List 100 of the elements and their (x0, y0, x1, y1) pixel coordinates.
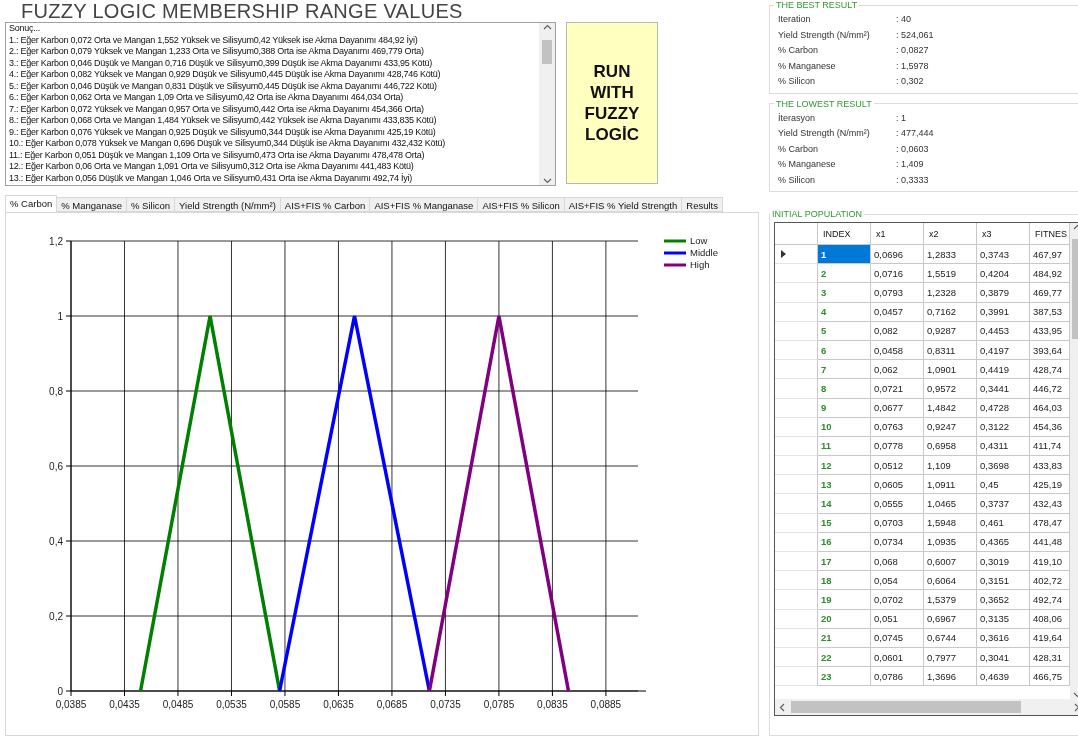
y-tick-label: 0,6 (49, 461, 63, 472)
result-value: : 0,0603 (896, 142, 930, 156)
tab[interactable]: % Manganase (56, 197, 127, 212)
result-value: : 1 (896, 111, 907, 125)
log-line: 4.: Eğer Karbon 0,082 Yüksek ve Mangan 0,929 Düşük ve Silisyum0,445 Düşük ise Akma Dayanımı 428,746 Kötü) (9, 69, 442, 81)
table-cell: 433,95 (1030, 321, 1070, 341)
legend-swatch (664, 251, 686, 255)
scrollbar-thumb[interactable] (542, 40, 552, 64)
log-line: 1.: Eğer Karbon 0,072 Orta ve Mangan 1,552 Yüksek ve Silisyum0,42 Yüksek ise Akma Dayanımı 484,92 İyi) (9, 34, 419, 46)
log-line: 7.: Eğer Karbon 0,072 Yüksek ve Mangan 0,957 Orta ve Silisyum0,442 Orta ise Akma Dayanımı 454,366 Orta) (9, 103, 425, 115)
table-cell: 0,9572 (924, 379, 977, 399)
table-cell: 387,53 (1030, 302, 1070, 322)
table-cell: 441,48 (1030, 532, 1070, 552)
result-value: : 0,0827 (896, 44, 930, 57)
table-cell: 402,72 (1030, 571, 1070, 591)
table-cell: 1,3696 (924, 667, 977, 687)
table-cell: 0,0605 (871, 475, 924, 495)
table-cell: 3 (818, 283, 871, 303)
result-label: % Manganese (778, 158, 837, 171)
table-cell: 0,3652 (977, 590, 1030, 610)
y-tick-label: 0,4 (49, 536, 63, 547)
table-cell: 466,75 (1030, 667, 1070, 687)
table-cell: 469,77 (1030, 283, 1070, 303)
table-cell: 0,0793 (871, 283, 924, 303)
table-cell: 1,0465 (924, 494, 977, 514)
table-cell: 432,43 (1030, 494, 1070, 514)
table-cell: 419,10 (1030, 552, 1070, 572)
table-cell: 0,062 (871, 360, 924, 380)
log-line: 6.: Eğer Karbon 0,062 Orta ve Mangan 1,09 Orta ve Silisyum0,42 Orta ise Akma Dayanımı 464,034 Orta) (9, 92, 404, 104)
result-label: İterasyon (778, 111, 817, 125)
tab[interactable]: AIS+FIS % Silicon (477, 197, 565, 212)
result-value: : 0,3333 (896, 173, 930, 187)
table-cell: 0,6007 (924, 552, 977, 572)
table-cell: 0,3441 (977, 379, 1030, 399)
table-cell: 0,45 (977, 475, 1030, 495)
scrollbar-thumb[interactable] (791, 701, 1021, 713)
table-cell: 484,92 (1030, 264, 1070, 284)
scroll-right-icon[interactable] (1072, 702, 1078, 712)
y-tick-label: 0,2 (49, 611, 63, 622)
page-title: FUZZY LOGIC MEMBERSHIP RANGE VALUES (21, 0, 464, 22)
table-cell: 428,31 (1030, 647, 1070, 668)
result-label: % Carbon (778, 44, 820, 57)
legend-swatch (664, 263, 686, 267)
table-cell: 433,83 (1030, 456, 1070, 476)
log-line: 3.: Eğer Karbon 0,046 Düşük ve Mangan 0,716 Düşük ve Silisyum0,399 Düşük ise Akma Dayanımı 433,95 Kötü) (9, 57, 433, 69)
result-value: : 1,5978 (896, 59, 930, 73)
table-cell: 0,6064 (924, 571, 977, 591)
tab[interactable]: % Silicon (126, 197, 176, 212)
result-label: % Silicon (778, 75, 816, 88)
table-cell: 478,47 (1030, 513, 1070, 533)
group-title: THE LOWEST RESULT (775, 98, 873, 109)
x-tick-label: 0,0385 (55, 699, 87, 710)
tab[interactable]: AIS+FIS % Manganase (369, 197, 479, 212)
tab[interactable]: AIS+FIS % Carbon (279, 197, 371, 212)
x-tick-label: 0,0835 (537, 699, 568, 710)
horizontal-scrollbar[interactable] (775, 699, 1078, 715)
table-cell: 19 (818, 590, 871, 610)
scroll-left-icon[interactable] (778, 702, 787, 712)
table-cell: 425,19 (1030, 475, 1070, 495)
table-cell: 1,0901 (924, 360, 977, 380)
table-cell: 12 (818, 456, 871, 476)
run-button[interactable]: RUN WITH FUZZY LOGİC (566, 22, 658, 184)
table-cell: 1 (818, 245, 871, 265)
tab[interactable]: % Carbon (5, 195, 58, 212)
table-cell: 419,64 (1030, 628, 1070, 648)
table-cell: 0,0716 (871, 264, 924, 284)
tab[interactable]: Yield Strength (N/mm²) (174, 197, 281, 212)
table-cell: 0,0555 (871, 494, 924, 514)
table-cell: 0,054 (871, 571, 924, 591)
log-line: 13.: Eğer Karbon 0,056 Düşük ve Mangan 1,046 Orta ve Silisyum0,431 Orta ise Akma Dayanımı 492,74 İyi) (9, 172, 413, 184)
legend-label: Middle (690, 247, 718, 258)
result-label: % Manganese (778, 59, 837, 73)
table-cell: 0,3151 (977, 571, 1030, 591)
table-cell: 0,3879 (977, 283, 1030, 303)
x-tick-label: 0,0585 (269, 699, 301, 710)
group-title: THE BEST RESULT (775, 0, 859, 10)
x-tick-label: 0,0735 (430, 699, 461, 710)
table-cell: 1,2328 (924, 283, 977, 303)
y-tick-label: 1,2 (49, 236, 63, 247)
log-line: 8.: Eğer Karbon 0,068 Orta ve Mangan 1,484 Yüksek ve Silisyum0,442 Yüksek ise Akma Dayanımı 433,835 Kötü) (9, 115, 438, 127)
log-line: 11.: Eğer Karbon 0,051 Düşük ve Mangan 1,109 Orta ve Silisyum0,473 Orta ise Akma Dayanımı 478,478 Orta) (9, 149, 426, 161)
log-line: 2.: Eğer Karbon 0,079 Yüksek ve Mangan 1,233 Orta ve Silisyum0,388 Orta ise Akma Dayanımı 469,779 Orta) (9, 46, 425, 58)
table-cell: 0,3019 (977, 552, 1030, 572)
tab[interactable]: Results (681, 197, 723, 212)
x-tick-label: 0,0535 (216, 699, 247, 710)
y-tick-label: 0,8 (49, 386, 63, 397)
result-label: % Silicon (778, 173, 816, 187)
table-cell: 13 (818, 475, 871, 495)
table-cell: 0,4419 (977, 360, 1030, 380)
x-tick-label: 0,0785 (483, 699, 515, 710)
result-value: : 477,444 (896, 127, 935, 140)
table-cell: 23 (818, 667, 871, 687)
scrollbar[interactable] (539, 23, 555, 185)
table-cell: 454,36 (1030, 417, 1070, 437)
log-line: 5.: Eğer Karbon 0,046 Düşük ve Mangan 0,831 Düşük ve Silisyum0,445 Düşük ise Akma Dayanımı 446,722 Kötü) (9, 80, 438, 92)
table-cell: 0,068 (871, 552, 924, 572)
table-cell: 428,74 (1030, 360, 1070, 380)
tab[interactable]: AIS+FIS % Yield Strength (563, 197, 683, 212)
x-tick-label: 0,0635 (323, 699, 354, 710)
result-value: : 0,302 (896, 75, 925, 88)
